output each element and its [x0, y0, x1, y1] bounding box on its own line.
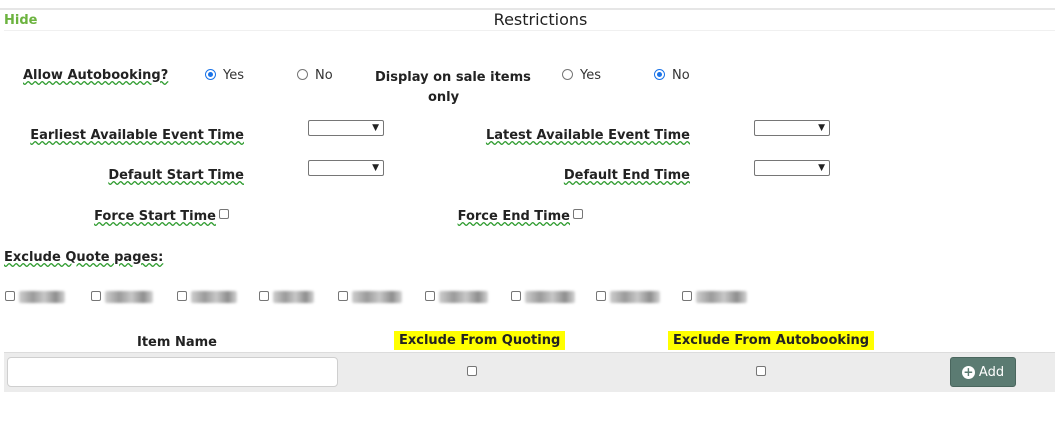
section-title: Restrictions [493, 10, 588, 29]
exclude-from-autobooking-column-header: Exclude From Autobooking [668, 331, 875, 350]
earliest-time-select[interactable]: ▼ [308, 120, 384, 136]
display-sale-yes-radio[interactable] [562, 69, 573, 80]
default-end-time-label: Default End Time [563, 168, 690, 183]
latest-time-label: Latest Available Event Time [485, 128, 690, 143]
exclude-page-name [352, 291, 402, 303]
display-sale-yes-label: Yes [580, 68, 601, 83]
force-end-time-checkbox[interactable] [573, 209, 583, 219]
exclude-page-checkbox[interactable] [425, 291, 435, 301]
default-start-time-label: Default Start Time [108, 168, 244, 183]
exclude-page-name [439, 291, 488, 303]
item-name-column-header: Item Name [137, 335, 217, 350]
exclude-page-name [525, 291, 575, 303]
exclude-page-checkbox[interactable] [177, 291, 187, 301]
exclude-page-checkbox[interactable] [682, 291, 692, 301]
force-end-time-label: Force End Time [457, 209, 570, 224]
autobooking-yes-radio[interactable] [205, 69, 216, 80]
exclude-page-checkbox[interactable] [5, 291, 15, 301]
exclude-page-checkbox[interactable] [338, 291, 348, 301]
display-on-sale-label: Display on sale items only [375, 70, 531, 105]
force-start-time-label: Force Start Time [94, 209, 216, 224]
exclude-page-name [19, 291, 65, 303]
exclude-page-name [696, 291, 747, 303]
exclude-page-checkbox[interactable] [596, 291, 606, 301]
display-sale-no-radio[interactable] [654, 69, 665, 80]
item-name-input[interactable] [7, 357, 338, 387]
exclude-page-checkbox[interactable] [511, 291, 521, 301]
default-start-time-select[interactable]: ▼ [308, 160, 384, 176]
default-end-time-select[interactable]: ▼ [754, 160, 830, 176]
chevron-down-icon: ▼ [818, 123, 825, 133]
autobooking-no-label: No [315, 68, 333, 83]
exclude-page-checkbox[interactable] [91, 291, 101, 301]
chevron-down-icon: ▼ [818, 163, 825, 173]
allow-autobooking-label: Allow Autobooking? [23, 68, 169, 83]
exclude-page-name [105, 291, 153, 303]
force-start-time-checkbox[interactable] [219, 209, 229, 219]
plus-circle-icon: + [961, 364, 975, 379]
exclude-from-autobooking-checkbox[interactable] [756, 366, 766, 376]
exclude-page-name [191, 291, 237, 303]
earliest-time-label: Earliest Available Event Time [30, 128, 244, 143]
latest-time-select[interactable]: ▼ [754, 120, 830, 136]
display-sale-no-label: No [672, 68, 690, 83]
exclude-from-quoting-column-header: Exclude From Quoting [394, 331, 566, 350]
exclude-page-name [273, 291, 314, 303]
add-button-label: Add [978, 364, 1005, 380]
exclude-quote-pages-label: Exclude Quote pages: [4, 250, 164, 265]
autobooking-yes-label: Yes [223, 68, 244, 83]
add-button[interactable]: + Add [950, 357, 1016, 387]
exclude-from-quoting-checkbox[interactable] [467, 366, 477, 376]
exclude-page-name [610, 291, 660, 303]
exclude-page-checkbox[interactable] [259, 291, 269, 301]
autobooking-no-radio[interactable] [297, 69, 308, 80]
header-divider [4, 30, 1055, 31]
chevron-down-icon: ▼ [372, 163, 379, 173]
chevron-down-icon: ▼ [372, 123, 379, 133]
